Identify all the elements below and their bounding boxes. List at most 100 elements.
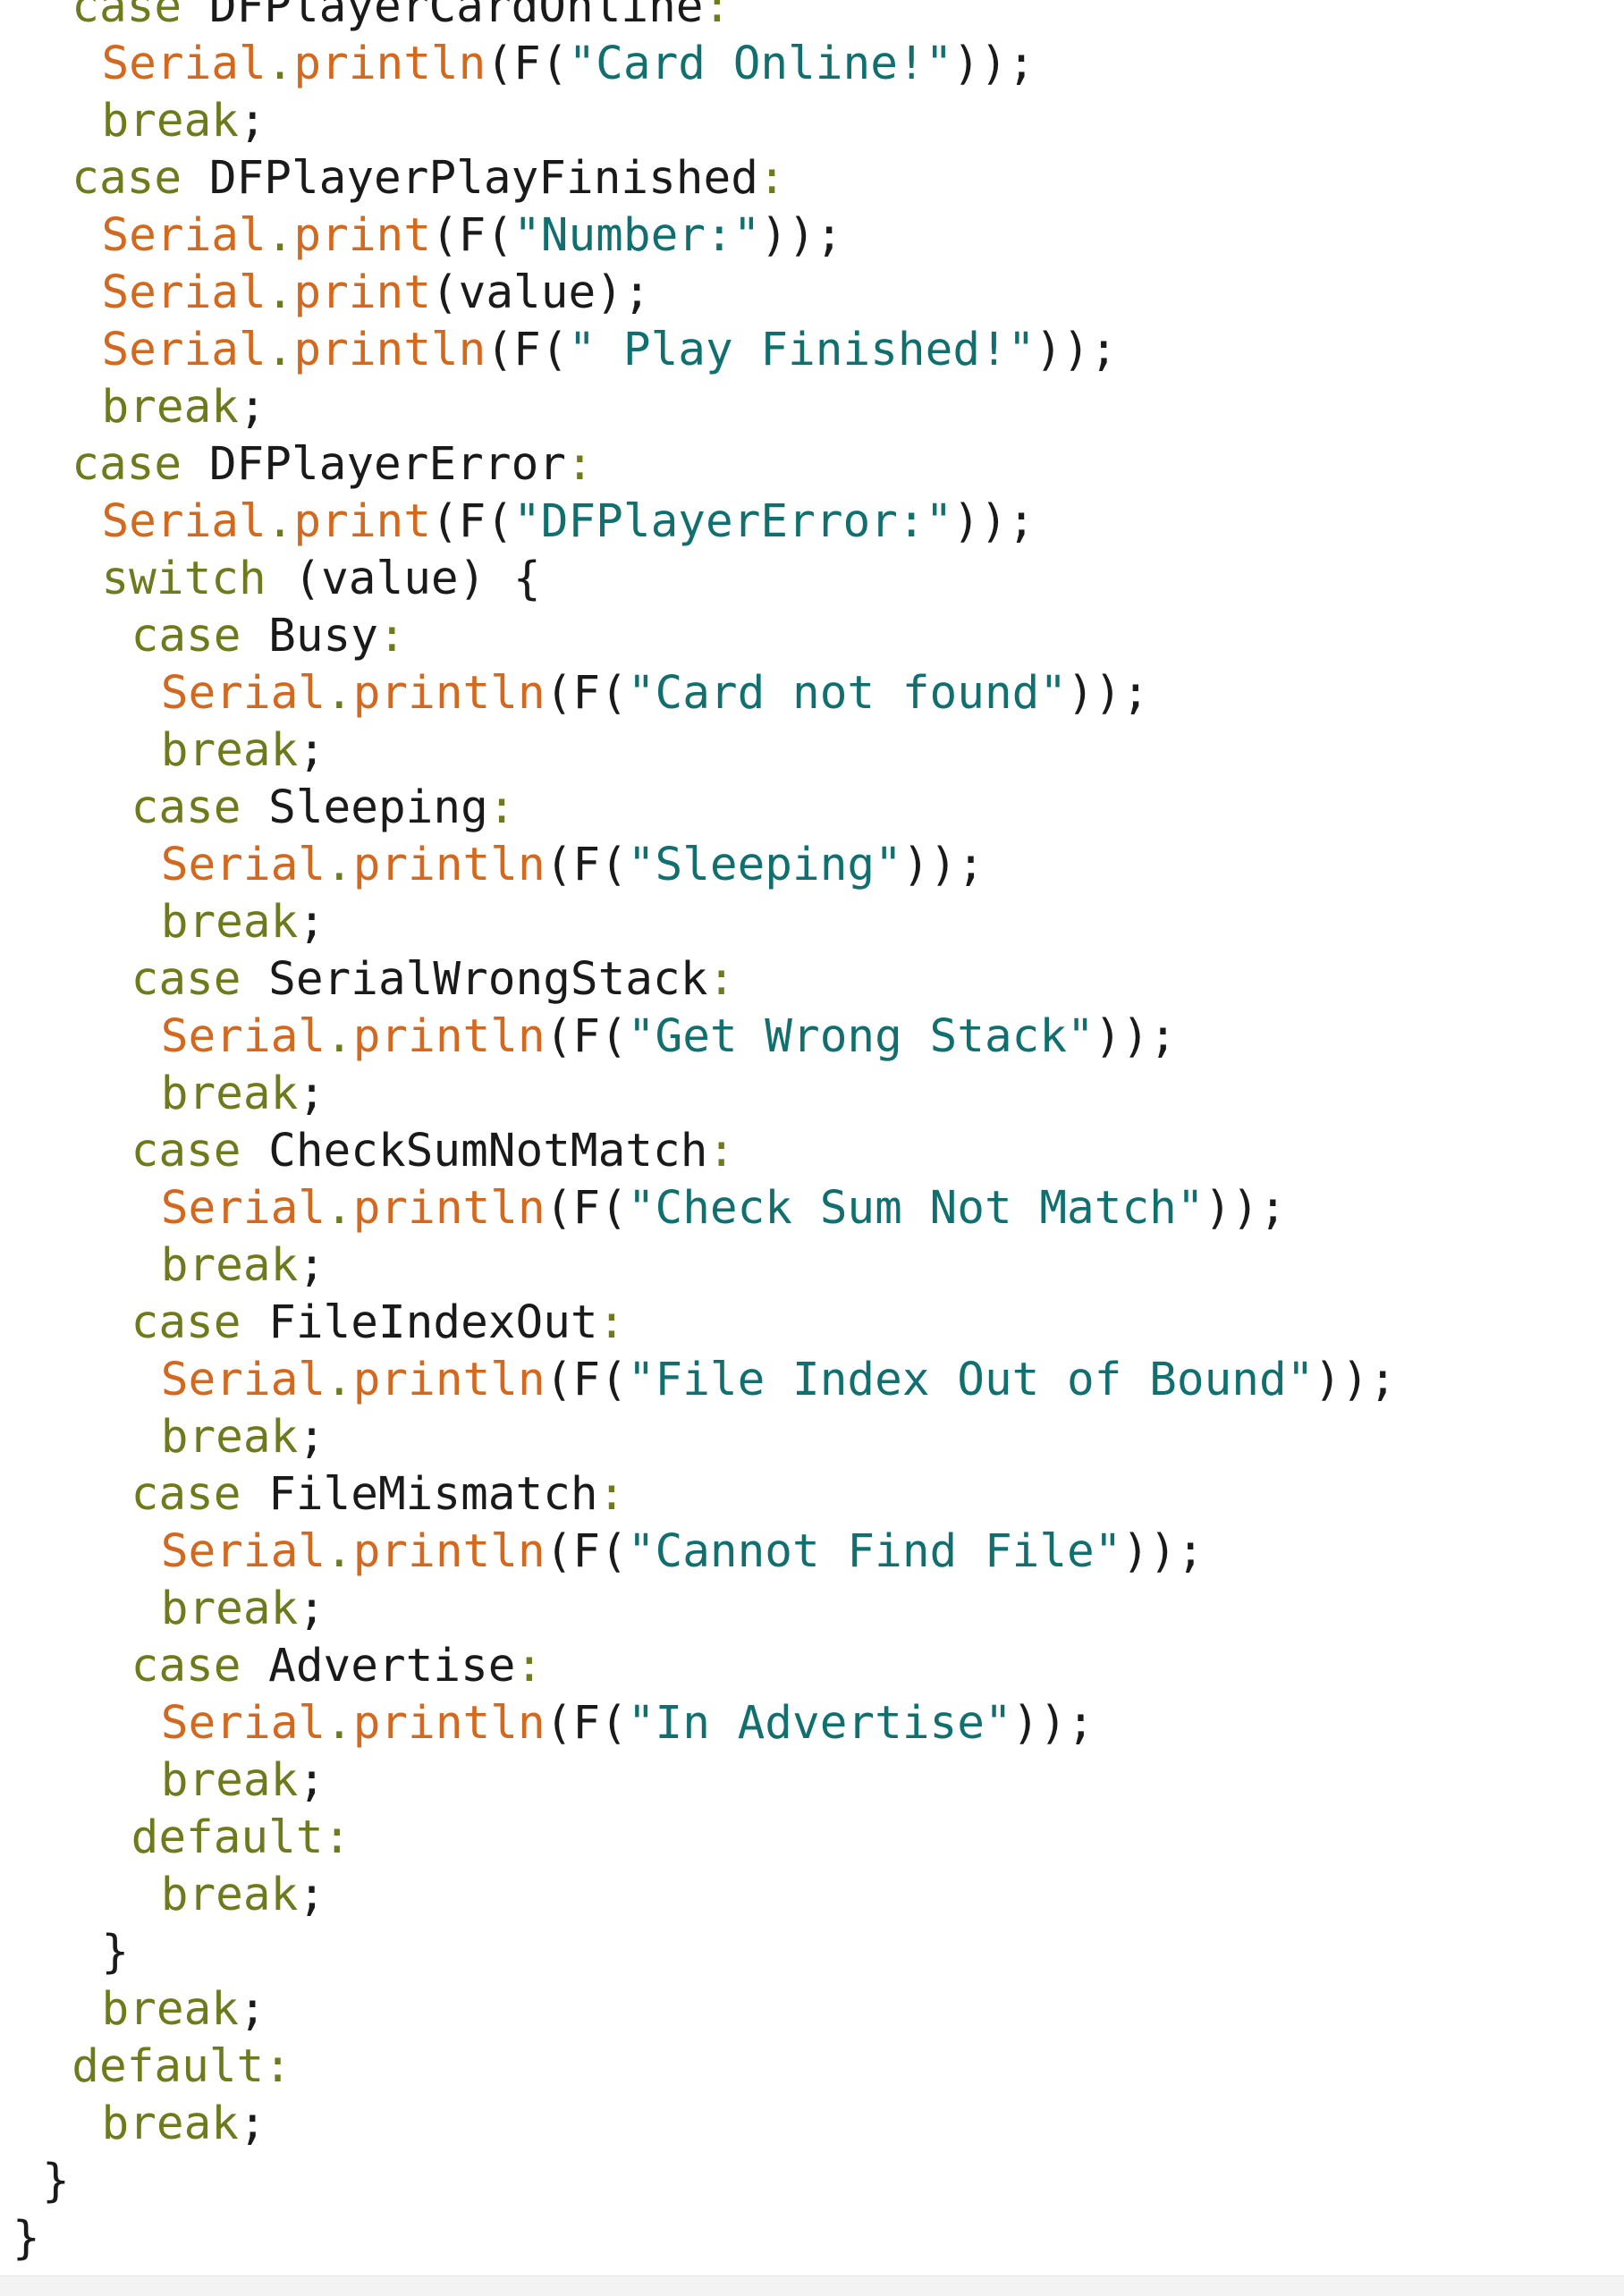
code-token-serial: Serial bbox=[101, 209, 266, 262]
code-token-plain: (F( bbox=[545, 1354, 628, 1406]
code-token-method: println bbox=[352, 1525, 546, 1578]
code-token-string: "Number:" bbox=[513, 209, 761, 262]
code-line[interactable]: switch (value) { bbox=[101, 551, 540, 608]
code-token-plain: (F( bbox=[545, 1010, 628, 1063]
code-token-plain: FileIndexOut bbox=[241, 1296, 598, 1349]
code-token-plain: (F( bbox=[430, 209, 514, 262]
code-line[interactable]: break; bbox=[101, 2096, 266, 2153]
code-token-dot: . bbox=[326, 1010, 353, 1063]
code-line[interactable]: break; bbox=[161, 1237, 326, 1295]
code-token-dot: . bbox=[326, 1182, 353, 1235]
code-token-string: "Get Wrong Stack" bbox=[627, 1010, 1095, 1063]
code-token-string: "Cannot Find File" bbox=[627, 1525, 1122, 1578]
code-line[interactable]: break; bbox=[161, 1581, 326, 1638]
code-line[interactable]: default: bbox=[72, 2039, 292, 2096]
code-line[interactable]: break; bbox=[101, 379, 266, 436]
code-token-string: "File Index Out of Bound" bbox=[627, 1354, 1315, 1406]
code-token-keyword: break bbox=[160, 1583, 299, 1635]
code-line[interactable]: case Advertise: bbox=[131, 1638, 544, 1695]
code-token-dot: . bbox=[266, 324, 294, 376]
code-line[interactable]: default: bbox=[131, 1810, 351, 1867]
code-token-dot: . bbox=[266, 495, 294, 548]
code-token-keyword: case bbox=[72, 152, 182, 205]
code-line[interactable]: } bbox=[13, 2210, 40, 2267]
code-line[interactable]: break; bbox=[161, 1409, 326, 1466]
code-token-serial: Serial bbox=[160, 1354, 326, 1406]
code-token-plain: ; bbox=[238, 381, 266, 434]
code-token-colon: : bbox=[597, 1296, 626, 1349]
code-line[interactable]: case Busy: bbox=[131, 608, 406, 665]
code-token-keyword: break bbox=[160, 724, 299, 777]
code-token-method: println bbox=[293, 324, 486, 376]
code-line[interactable]: Serial.println(F("In Advertise")); bbox=[161, 1695, 1095, 1752]
code-token-keyword: case bbox=[72, 0, 182, 33]
code-line[interactable]: Serial.print(value); bbox=[101, 265, 650, 322]
code-token-plain: DFPlayerCardOnline bbox=[182, 0, 704, 33]
code-token-plain: ; bbox=[238, 95, 266, 148]
code-line[interactable]: case Sleeping: bbox=[131, 780, 516, 837]
code-line[interactable]: case DFPlayerError: bbox=[72, 436, 593, 494]
code-line[interactable]: Serial.println(F(" Play Finished!")); bbox=[101, 322, 1117, 379]
code-line[interactable]: break; bbox=[101, 1981, 266, 2039]
code-line[interactable]: Serial.println(F("Card not found")); bbox=[161, 665, 1149, 722]
code-line[interactable]: } bbox=[101, 1924, 129, 1981]
code-token-plain: ; bbox=[298, 724, 326, 777]
code-token-serial: Serial bbox=[101, 266, 266, 319]
code-token-plain: (F( bbox=[430, 495, 514, 548]
code-token-plain: )); bbox=[760, 209, 843, 262]
code-token-plain: ; bbox=[298, 896, 326, 949]
code-line[interactable]: Serial.print(F("DFPlayerError:")); bbox=[101, 494, 1035, 551]
code-token-string: "DFPlayerError:" bbox=[513, 495, 953, 548]
horizontal-scrollbar-track[interactable] bbox=[0, 2275, 1624, 2296]
code-token-serial: Serial bbox=[160, 1182, 326, 1235]
code-editor[interactable]: case DFPlayerCardOnline: Serial.println(F… bbox=[0, 0, 1624, 2266]
code-token-keyword: case bbox=[131, 1640, 241, 1692]
code-token-keyword: case bbox=[131, 1296, 241, 1349]
code-token-plain: ; bbox=[298, 1068, 326, 1120]
code-token-plain: )); bbox=[1121, 1525, 1205, 1578]
code-line[interactable]: Serial.print(F("Number:")); bbox=[101, 207, 842, 265]
code-line[interactable]: Serial.println(F("Cannot Find File")); bbox=[161, 1524, 1205, 1581]
code-token-plain: )); bbox=[1314, 1354, 1397, 1406]
code-line[interactable]: break; bbox=[161, 894, 326, 951]
code-line[interactable]: } bbox=[42, 2153, 70, 2210]
code-line[interactable]: break; bbox=[101, 93, 266, 150]
code-line[interactable]: case SerialWrongStack: bbox=[131, 951, 736, 1009]
code-line[interactable]: case FileIndexOut: bbox=[131, 1295, 626, 1352]
code-line[interactable]: Serial.println(F("Sleeping")); bbox=[161, 837, 985, 894]
code-token-method: println bbox=[352, 1354, 546, 1406]
code-token-method: println bbox=[352, 1697, 546, 1750]
code-token-plain: Busy bbox=[241, 610, 378, 663]
code-line[interactable]: break; bbox=[161, 722, 326, 780]
code-token-plain: (F( bbox=[545, 1525, 628, 1578]
code-line[interactable]: break; bbox=[161, 1066, 326, 1123]
code-token-plain: )); bbox=[901, 839, 985, 891]
code-line[interactable]: case DFPlayerCardOnline: bbox=[72, 0, 731, 36]
code-token-plain: (F( bbox=[486, 324, 569, 376]
code-line[interactable]: Serial.println(F("File Index Out of Boun… bbox=[161, 1352, 1397, 1409]
code-token-keyword: case bbox=[131, 1468, 241, 1521]
code-line[interactable]: case CheckSumNotMatch: bbox=[131, 1123, 736, 1180]
code-line[interactable]: Serial.println(F("Card Online!")); bbox=[101, 36, 1035, 93]
code-token-dot: . bbox=[266, 38, 294, 90]
code-token-keyword: break bbox=[160, 1239, 299, 1292]
code-token-method: println bbox=[352, 1010, 546, 1063]
code-token-plain: (F( bbox=[486, 38, 569, 90]
code-token-plain: )); bbox=[1204, 1182, 1287, 1235]
code-line[interactable]: Serial.println(F("Check Sum Not Match"))… bbox=[161, 1180, 1287, 1237]
code-token-method: print bbox=[293, 209, 431, 262]
code-token-plain: (value); bbox=[430, 266, 651, 319]
code-line[interactable]: case DFPlayerPlayFinished: bbox=[72, 150, 785, 207]
code-token-plain: ; bbox=[298, 1583, 326, 1635]
code-token-method: print bbox=[293, 495, 431, 548]
code-line[interactable]: case FileMismatch: bbox=[131, 1466, 626, 1524]
code-token-keyword: break bbox=[160, 1869, 299, 1921]
code-token-keyword: case bbox=[72, 438, 182, 491]
code-token-keyword: break bbox=[160, 896, 299, 949]
code-line[interactable]: Serial.println(F("Get Wrong Stack")); bbox=[161, 1009, 1177, 1066]
code-token-keyword: break bbox=[160, 1411, 299, 1464]
code-token-plain: } bbox=[101, 1926, 130, 1979]
code-line[interactable]: break; bbox=[161, 1867, 326, 1924]
code-line[interactable]: break; bbox=[161, 1752, 326, 1810]
code-token-keyword: break bbox=[101, 1983, 239, 2036]
